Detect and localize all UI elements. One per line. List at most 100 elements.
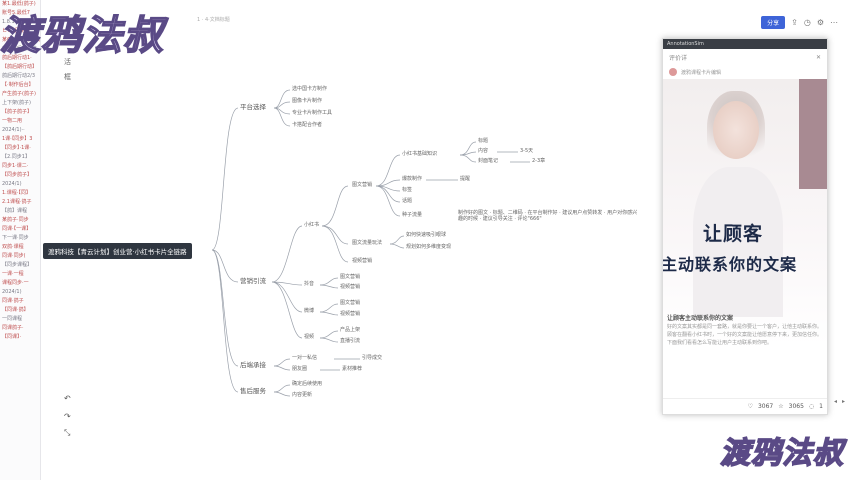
file-list-item[interactable]: 上下架(鸽子) <box>0 99 40 108</box>
node-xhs-basics-item-1[interactable]: 标题 <box>478 138 488 145</box>
node-xhs-basics-item-3[interactable]: 封面笔记 <box>478 158 498 165</box>
node-xhs-viral[interactable]: 爆款制作 <box>402 176 422 183</box>
node-xhs-graphic-play-1[interactable]: 如何快速吸引眼球 <box>406 232 446 239</box>
file-list-item[interactable]: 同课·【一课】 <box>0 225 40 234</box>
node-service[interactable]: 售后服务 <box>240 388 266 395</box>
file-list-item[interactable]: 产生鸽子(鸽子) <box>0 90 40 99</box>
file-list-item[interactable]: 同课·同步( <box>0 252 40 261</box>
file-list-item[interactable]: 1课·【同步】3 <box>0 135 40 144</box>
phone-nav-left[interactable]: 评价详 <box>669 53 687 62</box>
node-after-item-1[interactable]: 一对一私信 <box>292 355 317 362</box>
file-list-item[interactable]: 同步1·课二· <box>0 162 40 171</box>
node-xhs-basics[interactable]: 小红书基础知识 <box>402 151 437 158</box>
scroll-right-icon[interactable]: ▸ <box>842 398 845 405</box>
node-wechat-item-1[interactable]: 产品上架 <box>340 327 360 334</box>
file-list-item[interactable]: 2024/1) <box>0 180 40 189</box>
node-wechat-item-2[interactable]: 直播引流 <box>340 338 360 345</box>
file-list-item[interactable]: 【同步】·1课· <box>0 144 40 153</box>
more-icon[interactable]: ⋯ <box>830 18 838 27</box>
scroll-left-icon[interactable]: ◂ <box>834 398 837 405</box>
close-icon[interactable]: ✕ <box>816 54 821 61</box>
file-list-item[interactable]: 同课·鸽子 <box>0 297 40 306</box>
file-list-item[interactable]: 【鸽子鸽子】 <box>0 108 40 117</box>
node-xhs-viral-val[interactable]: 提醒 <box>460 176 470 183</box>
post-body-3: 下面我们看看怎么写能让用户主动联系到你吧。 <box>667 340 773 346</box>
file-list-item[interactable]: 【2.同步1】 <box>0 153 40 162</box>
heart-icon[interactable]: ♡ <box>748 403 753 410</box>
node-platform-item-4[interactable]: 卡搭配合作者 <box>292 122 322 129</box>
file-list-item[interactable]: 某鸽子·同步 <box>0 216 40 225</box>
like-count: 3067 <box>757 403 774 410</box>
node-service-item-1[interactable]: 确定后续使用 <box>292 381 322 388</box>
node-xhs[interactable]: 小红书 <box>304 222 319 229</box>
mindmap-root-node[interactable]: 渡鸦科技【青云计划】创业营·小红书卡片全链路 <box>43 243 192 259</box>
node-xhs-basics-val-1[interactable]: 3-5天 <box>520 148 533 155</box>
hero-title-line-2: 主动联系你的文案 <box>663 255 798 274</box>
file-list-item[interactable]: 2.1课程·鸽子 <box>0 198 40 207</box>
phone-hero-image: 让顾客 主动联系你的文案 <box>663 79 827 345</box>
file-list-item[interactable]: 【同课·鸽】 <box>0 306 40 315</box>
node-after-val-1[interactable]: 引导成交 <box>362 355 382 362</box>
node-marketing[interactable]: 营销引流 <box>240 278 266 285</box>
node-douyin-item-1[interactable]: 图文营销 <box>340 274 360 281</box>
node-douyin[interactable]: 抖音 <box>304 281 314 288</box>
phone-author[interactable]: 渡鸦课程卡片编辑 <box>681 69 721 76</box>
node-after[interactable]: 后端承接 <box>240 362 266 369</box>
node-xhs-basics-val-2[interactable]: 2-3章 <box>532 158 545 165</box>
node-xhs-seed-desc[interactable]: 制作好的图文 · 标题、二维码 · 在平台制作好 · 建议用户点赞转发 · 用户… <box>458 210 638 222</box>
watermark-top-left: 渡鸦法叔 <box>0 12 164 60</box>
node-xhs-graphic-play[interactable]: 图文流量玩法 <box>352 240 382 247</box>
node-weibo-item-2[interactable]: 视频营销 <box>340 311 360 318</box>
undo-icon[interactable]: ↶ <box>64 394 71 403</box>
node-xhs-seed[interactable]: 种子流量 <box>402 212 422 219</box>
node-xhs-basics-item-2[interactable]: 内容 <box>478 148 488 155</box>
share-button[interactable]: 分享 <box>761 16 786 29</box>
node-platform-item-1[interactable]: 选中国卡方制作 <box>292 86 327 93</box>
node-platform-item-3[interactable]: 专业卡片制作工具 <box>292 110 332 117</box>
file-list-item[interactable]: 【鸽后期行动】 <box>0 63 40 72</box>
star-icon[interactable]: ☆ <box>778 403 783 410</box>
node-xhs-topics[interactable]: 话题 <box>402 198 412 205</box>
file-list-item[interactable]: 鸽后期行动2/3 <box>0 72 40 81</box>
node-wechat[interactable]: 视频 <box>304 334 314 341</box>
node-platform[interactable]: 平台选择 <box>240 104 266 111</box>
file-list-panel: 某1.最低(鸽子) 账号5.最低7 1.8.1·后台 ヒ7前回定页 某6物料制作工具 某7… <box>0 0 41 480</box>
node-douyin-item-2[interactable]: 视频营销 <box>340 284 360 291</box>
file-list-item[interactable]: 【同步课程】 <box>0 261 40 270</box>
file-list-item[interactable]: 2024/1) <box>0 288 40 297</box>
fit-view-icon[interactable]: ⤡ <box>64 428 70 438</box>
redo-icon[interactable]: ↷ <box>64 412 71 421</box>
node-xhs-video[interactable]: 视频营销 <box>352 258 372 265</box>
file-list-item[interactable]: 2024/1)·· <box>0 126 40 135</box>
phone-post-text: 让顾客主动联系你的文案 好的文案其实都是同一套路，就是你要让一个客户，让他主动联… <box>663 315 827 347</box>
node-xhs-graphic-play-2[interactable]: 规划如何多维度变现 <box>406 244 451 251</box>
node-xhs-graphic[interactable]: 图文营销 <box>352 182 372 189</box>
node-after-item-2[interactable]: 朋友圈 <box>292 366 307 373</box>
file-list-item[interactable]: 一课·一程 <box>0 270 40 279</box>
file-list-item[interactable]: 【同步鸽子】 <box>0 171 40 180</box>
node-weibo[interactable]: 微博 <box>304 308 314 315</box>
file-list-item[interactable]: 一同课程 <box>0 315 40 324</box>
node-after-val-2[interactable]: 素材推荐 <box>342 366 362 373</box>
clock-icon[interactable]: ◷ <box>804 18 811 27</box>
file-list-item[interactable]: 【·制作后台】 <box>0 81 40 90</box>
node-service-item-2[interactable]: 内容更新 <box>292 392 312 399</box>
avatar[interactable] <box>669 68 677 76</box>
document-title: 1 · 4·文档标题 <box>197 17 230 23</box>
node-weibo-item-1[interactable]: 图文营销 <box>340 300 360 307</box>
file-list-item[interactable]: 双鸽·课程 <box>0 243 40 252</box>
gear-icon[interactable]: ⚙ <box>817 18 824 27</box>
file-list-item[interactable]: 【鸽】课程 <box>0 207 40 216</box>
comment-icon[interactable]: ◌ <box>809 403 814 410</box>
node-platform-item-2[interactable]: 图像卡片制作 <box>292 98 322 105</box>
file-list-item[interactable]: 下一课·同步 <box>0 234 40 243</box>
file-list-item[interactable]: 课程同步·一 <box>0 279 40 288</box>
file-list-item[interactable]: 1.课程·【同】 <box>0 189 40 198</box>
file-list-item[interactable]: 同课鸽子· <box>0 324 40 333</box>
file-list-item[interactable]: 【同课】· <box>0 333 40 342</box>
hero-figure-face <box>713 101 759 159</box>
node-xhs-tags[interactable]: 标签 <box>402 187 412 194</box>
hero-title-line-1: 让顾客 <box>703 223 764 245</box>
file-list-item[interactable]: 一物二用 <box>0 117 40 126</box>
share-icon[interactable]: ⇪ <box>791 18 798 27</box>
